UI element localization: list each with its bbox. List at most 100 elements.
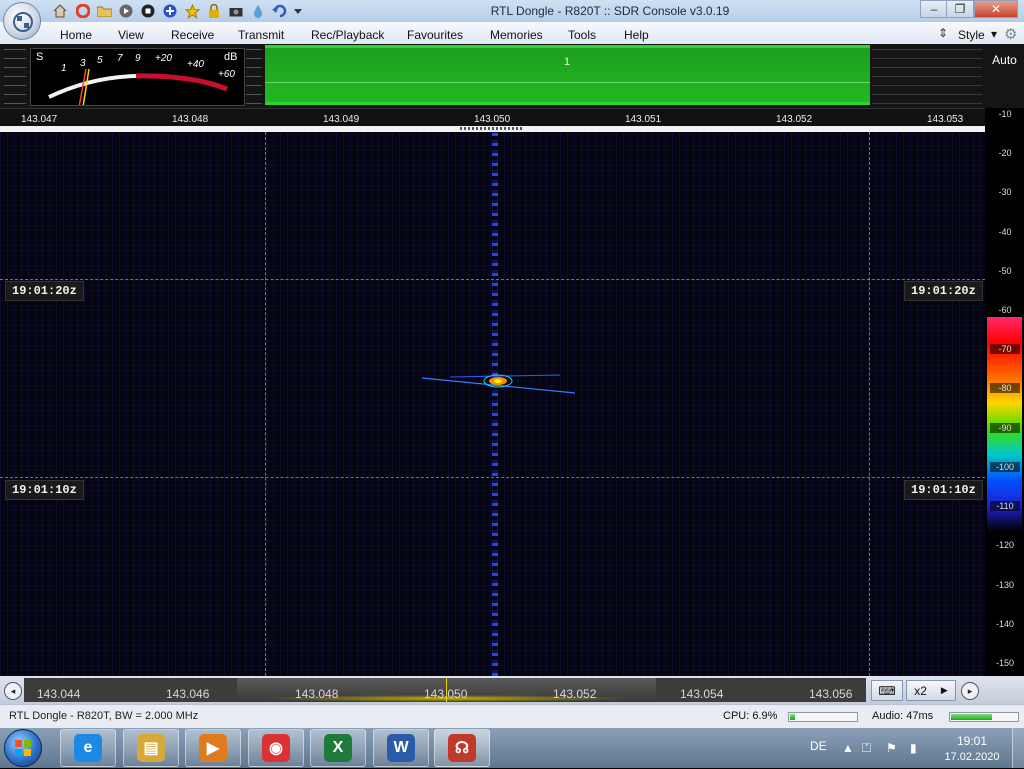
undo-icon[interactable] — [272, 3, 288, 19]
close-button[interactable]: ✕ — [974, 0, 1018, 18]
s-meter-scale-p60: +60 — [218, 69, 235, 80]
language-indicator[interactable]: DE — [810, 739, 827, 753]
settings-gear-icon[interactable]: ⚙ — [1004, 25, 1017, 43]
taskbar-media-player-button[interactable]: ▶ — [185, 729, 241, 767]
scroll-left-button[interactable]: ◂ — [4, 682, 22, 700]
taskbar-excel-button[interactable]: X — [310, 729, 366, 767]
internet-explorer-icon: e — [74, 734, 102, 762]
cpu-meter-fill — [790, 714, 795, 720]
bottom-ruler-tick: 143.046 — [166, 687, 210, 701]
vfo-number: 1 — [563, 56, 571, 68]
minimize-button[interactable]: – — [920, 0, 948, 18]
time-label-right: 19:01:20z — [904, 281, 983, 301]
s-meter-scale-p20: +20 — [155, 53, 172, 64]
passband-edge-left — [265, 132, 266, 676]
s-meter-db-label: dB — [224, 51, 238, 63]
scale-label: -40 — [998, 227, 1012, 237]
application-menu-button[interactable] — [3, 2, 41, 40]
camera-icon[interactable] — [228, 3, 244, 19]
s-meter-s-label: S — [36, 51, 44, 63]
help-ring-icon[interactable] — [75, 3, 91, 19]
scale-label: -100 — [990, 462, 1020, 472]
splitter-grip-icon[interactable] — [460, 127, 524, 130]
scale-label: -20 — [998, 148, 1012, 158]
menu-tools[interactable]: Tools — [568, 28, 596, 42]
time-label-left: 19:01:10z — [5, 480, 84, 500]
upper-ruler-tick: 143.051 — [625, 114, 662, 125]
menu-receive[interactable]: Receive — [171, 28, 214, 42]
style-menu[interactable]: Style — [958, 28, 985, 42]
scale-label: -80 — [990, 383, 1020, 393]
show-desktop-button[interactable] — [1012, 728, 1024, 768]
taskbar-sdr-console-button[interactable]: ☊ — [434, 729, 490, 767]
menu-help[interactable]: Help — [624, 28, 649, 42]
upper-ruler-tick: 143.050 — [474, 114, 511, 125]
menu-memories[interactable]: Memories — [490, 28, 543, 42]
s-meter-scale-1: 1 — [61, 63, 67, 74]
sdr-console-icon: ☊ — [448, 734, 476, 762]
scale-label: -60 — [998, 305, 1012, 315]
upper-ruler-tick: 143.048 — [172, 114, 209, 125]
zoom-label: x2 — [914, 683, 927, 698]
taskbar-file-explorer-button[interactable]: ▤ — [123, 729, 179, 767]
app-logo-icon — [13, 12, 33, 32]
time-label-left: 19:01:20z — [5, 281, 84, 301]
auto-button[interactable]: Auto — [985, 53, 1024, 67]
home-icon[interactable] — [52, 3, 68, 19]
menu-favourites[interactable]: Favourites — [407, 28, 463, 42]
taskbar-chrome-button[interactable]: ◉ — [248, 729, 304, 767]
restore-button[interactable]: ❐ — [946, 0, 974, 18]
show-hidden-icons-icon[interactable]: ▲ — [842, 741, 854, 755]
star-icon[interactable] — [184, 3, 200, 19]
scale-label: -120 — [995, 540, 1014, 550]
network-signal-icon[interactable]: ▮ — [910, 741, 917, 755]
s-meter-scale-p40: +40 — [187, 59, 204, 70]
upper-ruler-tick: 143.053 — [927, 114, 964, 125]
chevron-right-icon: ▶ — [940, 685, 948, 695]
start-button[interactable] — [4, 729, 42, 767]
customize-icon[interactable] — [290, 3, 306, 19]
plus-icon[interactable] — [162, 3, 178, 19]
menu-view[interactable]: View — [118, 28, 144, 42]
keyboard-button[interactable]: ⌨ — [871, 680, 903, 701]
signal-trace — [492, 132, 498, 676]
scale-label: -30 — [998, 187, 1012, 197]
menu-transmit[interactable]: Transmit — [238, 28, 284, 42]
zoom-button[interactable]: x2 ▶ — [906, 680, 956, 701]
taskbar-internet-explorer-button[interactable]: e — [60, 729, 116, 767]
left-scale-marks — [4, 48, 26, 104]
bottom-ruler-tick: 143.054 — [680, 687, 724, 701]
clock-date[interactable]: 17.02.2020 — [942, 751, 1002, 763]
right-scale-marks — [872, 48, 982, 104]
chevron-down-icon[interactable]: ▾ — [991, 27, 997, 41]
s-meter-scale-5: 5 — [97, 55, 103, 66]
drop-icon[interactable] — [250, 3, 266, 19]
scale-label: -110 — [990, 501, 1020, 511]
action-center-flag-icon[interactable]: ⚑ — [886, 741, 897, 755]
folder-icon[interactable] — [96, 3, 112, 19]
scale-label: -70 — [990, 344, 1020, 354]
bottom-ruler-tick: 143.044 — [37, 687, 81, 701]
style-scroll-icon[interactable]: ⇕ — [938, 26, 948, 40]
spectrum-trace — [265, 82, 870, 83]
menu-home[interactable]: Home — [60, 28, 92, 42]
scale-label: -90 — [990, 423, 1020, 433]
scale-label: -150 — [995, 658, 1014, 668]
file-explorer-icon: ▤ — [137, 734, 165, 762]
scroll-right-button[interactable]: ▸ — [961, 682, 979, 700]
device-icon[interactable]: ⏍ — [862, 741, 871, 756]
lock-icon[interactable] — [206, 3, 222, 19]
bottom-ruler-tick: 143.052 — [553, 687, 597, 701]
vfo-passband[interactable] — [265, 45, 870, 105]
taskbar-word-button[interactable]: W — [373, 729, 429, 767]
clock-time[interactable]: 19:01 — [942, 734, 1002, 748]
scale-label: -10 — [998, 109, 1012, 119]
play-icon[interactable] — [118, 3, 134, 19]
window-title: RTL Dongle - R820T :: SDR Console v3.0.1… — [490, 4, 730, 18]
scale-label: -130 — [995, 580, 1014, 590]
left-scale-marks-2 — [246, 48, 262, 104]
word-icon: W — [387, 734, 415, 762]
menu-rec-playback[interactable]: Rec/Playback — [311, 28, 384, 42]
waterfall-display[interactable]: 19:01:20z 19:01:20z 19:01:10z 19:01:10z — [0, 132, 985, 676]
stop-icon[interactable] — [140, 3, 156, 19]
